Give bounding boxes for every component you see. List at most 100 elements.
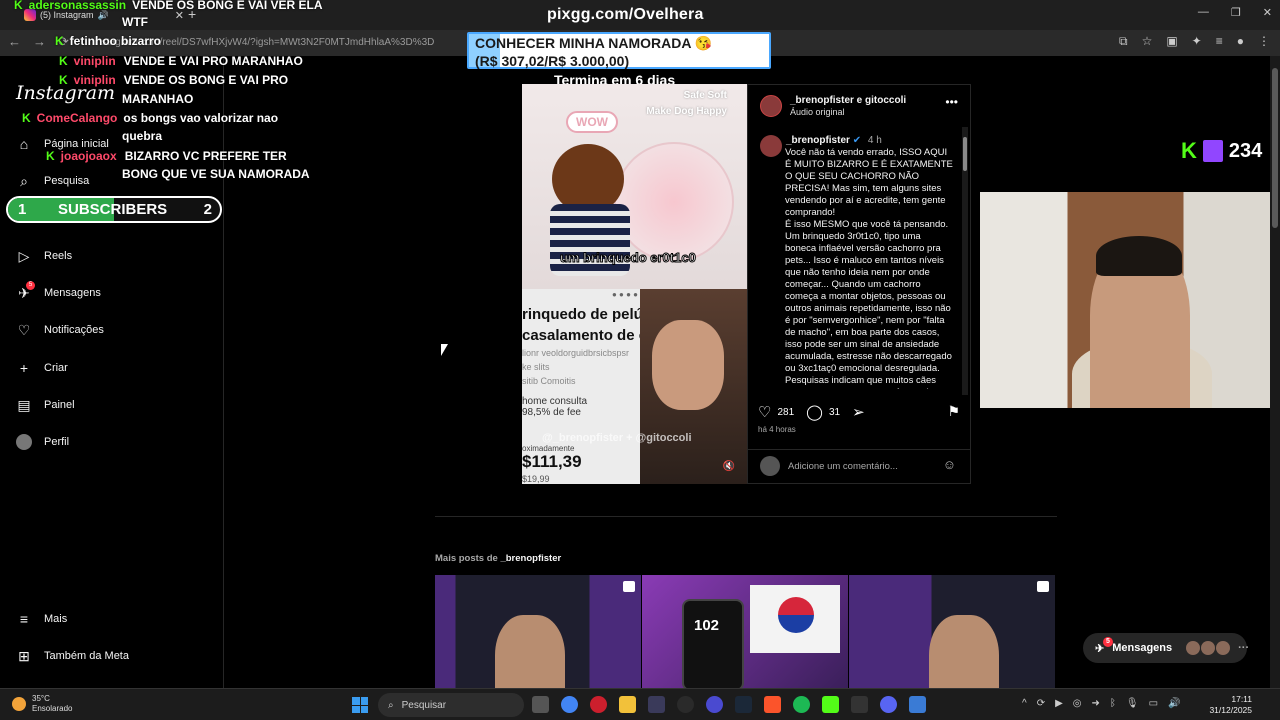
like-icon[interactable]: ♡ — [758, 403, 771, 421]
chat-line: MARANHAO — [122, 92, 193, 106]
brave-icon[interactable] — [764, 696, 781, 713]
chat-user: fetinhoo — [69, 34, 117, 48]
kick-icon[interactable] — [822, 696, 839, 713]
sync-icon[interactable]: ⟳ — [1037, 698, 1045, 709]
more-posts-heading: Mais posts de _brenopfister — [435, 553, 561, 564]
product-image: WOW Safe Soft Make Dog Happy um brinqued… — [522, 84, 747, 289]
taskbar-search[interactable]: ⌕ Pesquisar — [378, 693, 524, 717]
chat-user: viniplin — [73, 54, 116, 68]
opera-icon[interactable] — [590, 696, 607, 713]
avatar[interactable] — [760, 95, 782, 117]
weather-widget[interactable]: 35°C Ensolarado — [12, 694, 72, 714]
spotify-icon[interactable] — [793, 696, 810, 713]
app-icon[interactable] — [706, 696, 723, 713]
sidebar-item-create[interactable]: + Criar — [16, 360, 68, 376]
discord-icon[interactable] — [880, 696, 897, 713]
install-icon[interactable]: ⧉ — [1119, 34, 1128, 49]
meta-icon: ⊞ — [18, 647, 30, 664]
sidebar-item-label: Perfil — [44, 436, 70, 448]
sidebar-item-meta[interactable]: ⊞ Também da Meta — [16, 648, 129, 664]
bluetooth-icon[interactable]: ᛒ — [1110, 698, 1116, 709]
like-count: 281 — [777, 406, 795, 418]
tray-icon[interactable]: ◎ — [1073, 698, 1082, 709]
streamer-webcam — [980, 192, 1271, 408]
avatar[interactable] — [760, 135, 782, 157]
bookmark-star-icon[interactable]: ☆ — [1142, 34, 1153, 49]
network-icon[interactable]: ▭ — [1149, 698, 1158, 709]
post-age: há 4 horas — [758, 425, 796, 434]
kick-icon: K — [46, 149, 55, 163]
play-icon[interactable]: ▶ — [1055, 698, 1063, 709]
volume-icon[interactable]: 🔊 — [1168, 698, 1180, 709]
forward-icon[interactable]: → — [33, 34, 46, 50]
chat-message: VENDE E VAI PRO MARANHAO — [123, 54, 303, 68]
extensions-icon[interactable]: ✦ — [1192, 34, 1202, 49]
taskbar-clock[interactable]: 17:11 31/12/2025 — [1209, 694, 1252, 716]
arrow-icon[interactable]: ➜ — [1092, 698, 1100, 709]
presenter-face — [652, 320, 724, 410]
video-watermark: @_brenopfister + @gitoccoli — [542, 432, 692, 444]
sidebar-item-messages[interactable]: ✈ 5 Mensagens — [16, 281, 101, 301]
emoji-icon[interactable]: ☺ — [943, 457, 956, 472]
chat-line: Kviniplin VENDE OS BONG E VAI PRO — [59, 73, 288, 87]
caption-author[interactable]: _brenopfister — [786, 135, 850, 146]
stream-site: pixgg.com/Ovelhera — [547, 6, 704, 23]
playlist-icon[interactable]: ≡ — [1216, 34, 1223, 49]
more-options-icon[interactable]: ••• — [945, 95, 958, 109]
chat-line: Kfetinhoo bizarro — [55, 34, 161, 48]
sidebar-item-reels[interactable]: ▷ Reels — [16, 248, 73, 264]
comment-count: 31 — [828, 406, 841, 418]
post-audio[interactable]: Áudio original — [790, 107, 845, 117]
more-post-thumbnail[interactable] — [849, 575, 1055, 688]
page-scroll-thumb[interactable] — [1272, 68, 1278, 228]
post-authors[interactable]: _brenopfister e gitoccoli — [790, 95, 906, 106]
sidebar-item-profile[interactable]: Perfil — [16, 434, 69, 450]
sidebar-item-notifications[interactable]: ♡ Notificações — [16, 322, 104, 338]
minimize-button[interactable]: — — [1198, 6, 1209, 19]
media-rating-line: 98,5% de fee — [522, 407, 581, 418]
sidebar-item-search[interactable]: ⌕ Pesquisa — [16, 173, 89, 189]
windows-start-icon[interactable] — [352, 697, 368, 713]
more-posts-user[interactable]: _brenopfister — [500, 553, 561, 564]
more-post-thumbnail[interactable]: 102 — [642, 575, 848, 688]
caption-scroll-thumb[interactable] — [963, 137, 967, 171]
close-window-button[interactable]: ✕ — [1263, 6, 1272, 19]
chrome-icon[interactable] — [561, 696, 578, 713]
profile-avatar[interactable]: ● — [1237, 34, 1244, 49]
media-subtext-line: sitib Comoitis — [522, 376, 576, 386]
comment-icon[interactable]: ◯ — [806, 403, 823, 421]
sidebar-item-dashboard[interactable]: ▤ Painel — [16, 397, 75, 413]
subscribers-goal-bar: 1 SUBSCRIBERS 2 — [6, 196, 222, 223]
share-icon[interactable]: ➢ — [852, 403, 865, 421]
notepad-icon[interactable] — [909, 696, 926, 713]
microphone-icon[interactable]: 🎙 — [1126, 698, 1139, 709]
github-icon[interactable] — [677, 696, 694, 713]
messages-button[interactable]: ✈ 5 Mensagens ··· — [1083, 633, 1249, 663]
mute-icon[interactable]: 🔇 — [723, 461, 735, 472]
folder-icon[interactable] — [619, 696, 636, 713]
goal-amount: (R$ 307,02/R$ 3.000,00) — [475, 53, 630, 69]
epic-icon[interactable] — [851, 696, 868, 713]
steam-icon[interactable] — [735, 696, 752, 713]
app-icon[interactable] — [648, 696, 665, 713]
viewer-number: 234 — [1228, 139, 1263, 162]
back-icon[interactable]: ← — [8, 34, 21, 50]
sidebar-item-more[interactable]: ≡ Mais — [16, 611, 67, 627]
maximize-button[interactable]: ❐ — [1231, 6, 1241, 19]
browser-menu-icon[interactable]: ⋮ — [1258, 34, 1270, 49]
weather-temp: 35°C — [32, 694, 50, 703]
task-view-icon[interactable] — [532, 696, 549, 713]
bookmark-icon[interactable]: ⚑ — [947, 403, 960, 420]
sidebar-item-label: Painel — [44, 399, 75, 411]
post-media[interactable]: WOW Safe Soft Make Dog Happy um brinqued… — [522, 84, 747, 484]
comment-input[interactable] — [788, 458, 936, 474]
chevron-up-icon[interactable]: ^ — [1022, 698, 1027, 709]
more-post-thumbnail[interactable] — [435, 575, 641, 688]
pink-toy-shape — [614, 142, 734, 262]
split-icon[interactable]: ▣ — [1166, 34, 1177, 49]
chat-user: adersonassassin — [28, 0, 127, 12]
chat-line: BONG QUE VE SUA NAMORADA — [122, 167, 310, 181]
page-scrollbar[interactable] — [1270, 56, 1280, 688]
verified-icon: ✔ — [852, 135, 862, 146]
streamer-hair — [1096, 236, 1182, 276]
